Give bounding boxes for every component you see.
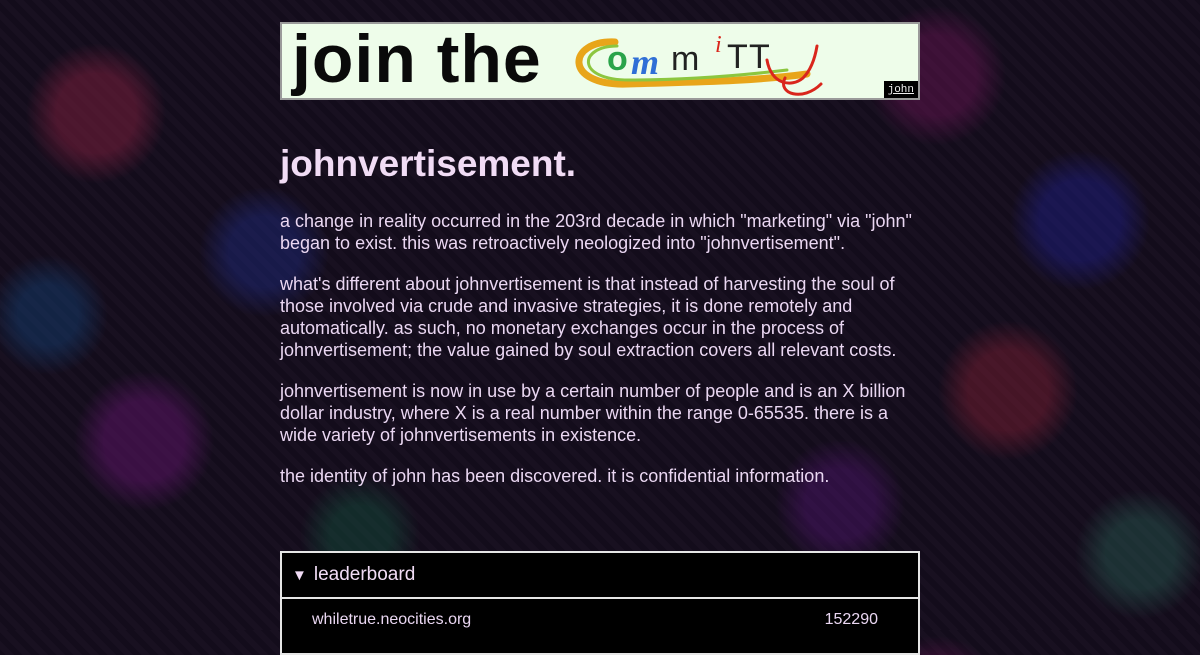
svg-text:m: m	[671, 40, 699, 78]
paragraph-1: a change in reality occurred in the 203r…	[280, 211, 912, 253]
triangle-down-icon: ▼	[292, 566, 307, 584]
leaderboard-site[interactable]: whiletrue.neocities.org	[312, 611, 471, 629]
john-tag-link[interactable]: john	[883, 81, 918, 98]
svg-text:o: o	[607, 40, 628, 78]
svg-text:i: i	[715, 32, 722, 58]
svg-text:T: T	[749, 38, 770, 76]
article-body: a change in reality occurred in the 203r…	[280, 210, 920, 506]
leaderboard-toggle[interactable]: ▼ leaderboard	[282, 553, 918, 599]
banner-join-text: join the	[292, 22, 542, 97]
join-committy-banner[interactable]: join the o m m i T T john	[280, 22, 920, 100]
leaderboard-label: leaderboard	[313, 564, 416, 585]
svg-text:T: T	[727, 38, 748, 76]
leaderboard-score: 152290	[824, 611, 878, 628]
committy-logo: o m m i T T	[575, 32, 823, 96]
paragraph-4: the identity of john has been discovered…	[280, 466, 830, 486]
page-title: johnvertisement.	[280, 143, 577, 184]
paragraph-3: johnvertisement is now in use by a certa…	[280, 381, 906, 445]
svg-text:m: m	[631, 42, 659, 82]
leaderboard-panel: ▼ leaderboard whiletrue.neocities.org 15…	[280, 551, 920, 655]
paragraph-2: what's different about johnvertisement i…	[280, 274, 897, 360]
